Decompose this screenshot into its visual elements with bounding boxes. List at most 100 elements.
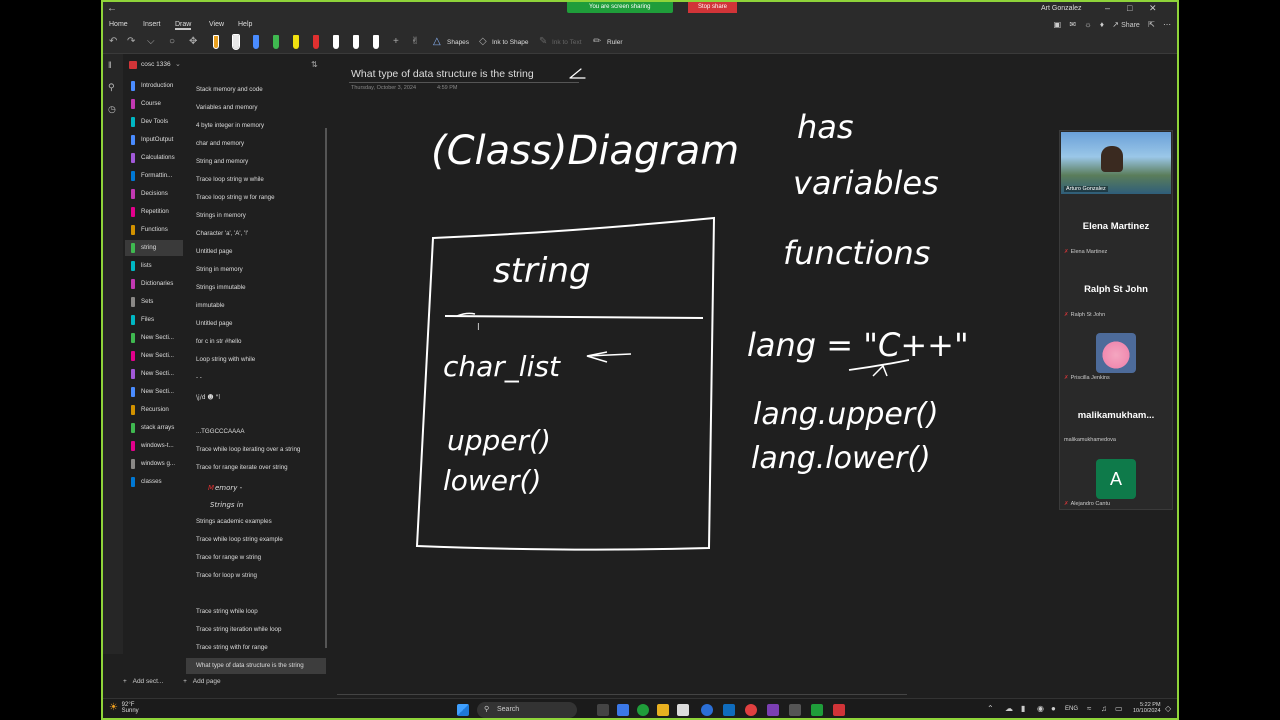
wifi-icon[interactable]: ≈ [1087,704,1091,713]
notebook-header[interactable]: cosc 1336 ⌄ ⇅ [123,56,325,76]
onenote-icon[interactable] [767,704,779,716]
page-item[interactable]: Trace string while loop [186,604,326,620]
ink-to-shape-icon[interactable]: ◇ [479,36,487,47]
section-item[interactable]: New Secti... [125,366,183,382]
weather-widget[interactable]: ☀ 92°F Sunny [109,702,139,714]
section-item[interactable]: Formattin... [125,168,183,184]
chevron-down-icon[interactable]: ⌄ [175,60,181,68]
section-item[interactable]: windows-t... [125,438,183,454]
pen-red-icon[interactable] [313,35,319,49]
maximize-icon[interactable]: □ [1127,3,1132,13]
menu-view[interactable]: View [209,21,224,28]
app-icon[interactable] [723,704,735,716]
stop-share-button[interactable]: Stop share [688,2,738,13]
tray-app-icon[interactable]: ◉ [1037,704,1044,713]
cloud-icon[interactable]: ☁ [1005,704,1013,713]
page-item[interactable]: ...TGGCCCAAAA [186,424,326,440]
page-item[interactable]: Character 'a', 'A', '!' [186,226,326,242]
back-arrow-icon[interactable]: ← [107,3,117,14]
horizontal-scrollbar[interactable] [337,694,907,695]
page-item[interactable]: Trace string iteration while loop [186,622,326,638]
section-item[interactable]: Course [125,96,183,112]
section-item[interactable]: windows g... [125,456,183,472]
ruler-button[interactable]: Ruler [607,39,623,46]
taskbar-clock[interactable]: 5:22 PM 10/10/2024 [1133,702,1161,714]
page-item[interactable]: Trace for range w string [186,550,326,566]
pen-blue-icon[interactable] [253,35,259,49]
pen-white-icon-3[interactable] [353,35,359,49]
page-item[interactable]: Trace string with for range [186,640,326,656]
section-item[interactable]: New Secti... [125,384,183,400]
section-item[interactable]: Files [125,312,183,328]
section-item[interactable]: Repetition [125,204,183,220]
volume-icon[interactable]: ♫ [1101,704,1107,713]
page-item[interactable]: Loop string with while [186,352,326,368]
pen-white-icon-4[interactable] [373,35,379,49]
section-item[interactable]: New Secti... [125,348,183,364]
highlighter-pen-icon[interactable] [213,35,219,49]
browser-icon[interactable] [701,704,713,716]
page-item[interactable]: immutable [186,298,326,314]
page-item[interactable]: char and memory [186,136,326,152]
input-language[interactable]: ENG [1065,706,1078,712]
page-item[interactable]: Strings in memory [186,208,326,224]
page-item[interactable]: Strings immutable [186,280,326,296]
page-item[interactable]: Trace while loop iterating over a string [186,442,326,458]
share-button[interactable]: Share [1121,22,1140,29]
chrome-icon[interactable] [745,704,757,716]
close-icon[interactable]: ✕ [1149,3,1157,14]
section-item-active[interactable]: string [125,240,183,256]
shapes-icon[interactable]: △ [433,36,441,47]
add-section-icon[interactable]: + [123,678,127,685]
page-item[interactable]: Variables and memory [186,100,326,116]
tray-app-icon-2[interactable]: ● [1051,704,1056,713]
page-item-active[interactable]: What type of data structure is the strin… [186,658,326,674]
page-list-scrollbar[interactable] [325,128,327,648]
task-view-icon[interactable] [597,704,609,716]
add-section-button[interactable]: Add sect... [133,678,164,685]
section-item[interactable]: New Secti... [125,330,183,346]
page-item[interactable]: Untitled page [186,316,326,332]
edge-icon[interactable] [637,704,649,716]
expand-icon[interactable]: ⇱ [1148,20,1155,29]
section-item[interactable]: Sets [125,294,183,310]
section-item[interactable]: Functions [125,222,183,238]
notebooks-icon[interactable]: ‖ [108,60,112,70]
page-item[interactable]: String and memory [186,154,326,170]
ruler-icon[interactable]: ✏ [593,36,601,47]
page-item[interactable]: Strings academic examples [186,514,326,530]
add-pen-icon[interactable]: + [393,36,399,47]
redo-icon[interactable]: ↷ [127,36,135,47]
battery-icon[interactable]: ▮ [1021,704,1025,713]
tray-chevron-icon[interactable]: ⌃ [987,704,994,713]
page-item-ink-title[interactable]: \j/d ☻ "l [186,388,326,404]
pen-white-icon-2[interactable] [333,35,339,49]
add-page-icon[interactable]: + [183,678,187,685]
page-item-ink-title[interactable]: M emory - Strings in [186,478,326,512]
copilot-icon[interactable] [617,704,629,716]
presenter-video[interactable]: Arturo Gonzalez [1061,132,1171,194]
page-item[interactable]: String in memory [186,262,326,278]
notebook-icon[interactable]: ▣ [1054,20,1062,29]
more-options-icon[interactable]: ⋯ [1163,20,1171,29]
pen-green-icon[interactable] [273,35,279,49]
mail-icon[interactable]: ✉ [1069,20,1076,29]
page-item[interactable]: Trace for loop w string [186,568,326,584]
menu-home[interactable]: Home [109,21,128,28]
page-item[interactable]: Trace loop string w while [186,172,326,188]
store-icon[interactable] [677,704,689,716]
teams-icon[interactable] [789,704,801,716]
section-item[interactable]: Introduction [125,78,183,94]
section-item[interactable]: classes [125,474,183,490]
section-item[interactable]: lists [125,258,183,274]
lasso-select-icon[interactable]: ⌵ [147,36,155,47]
menu-help[interactable]: Help [238,21,252,28]
share-icon[interactable]: ↗ [1112,20,1119,29]
page-canvas[interactable]: What type of data structure is the strin… [331,54,1177,696]
section-item[interactable]: Decisions [125,186,183,202]
add-page-button[interactable]: Add page [193,678,221,685]
taskbar-search[interactable]: ⚲ Search [477,702,577,718]
recent-icon[interactable]: ◷ [108,104,116,115]
page-item[interactable]: Trace while loop string example [186,532,326,548]
section-item[interactable]: Dictionaries [125,276,183,292]
